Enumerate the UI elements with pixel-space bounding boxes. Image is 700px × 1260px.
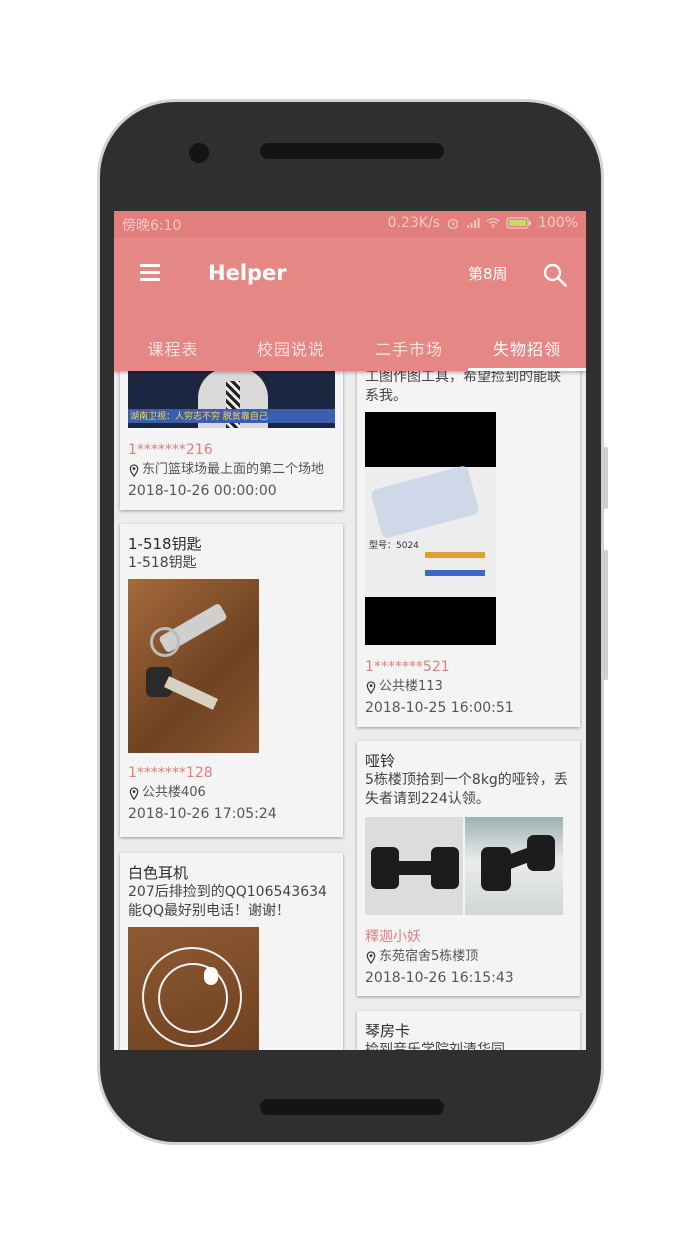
item-location: 东门篮球场最上面的第二个场地 [128,460,335,480]
location-pin-icon [129,786,139,800]
volume-button [602,447,608,509]
item-location: 公共楼406 [128,783,335,803]
network-speed: 0.23K/s [387,215,440,231]
location-text: 东苑宿舍5栋楼顶 [379,949,479,964]
tab-campus-talk[interactable]: 校园说说 [232,329,350,371]
location-text: 东门篮球场最上面的第二个场地 [142,462,325,477]
item-photo [365,817,463,915]
tab-bar: 课程表 校园说说 二手市场 失物招领 [114,329,586,371]
battery-icon [506,217,531,229]
poster-name: 1*******128 [128,765,213,781]
item-description: 1-518钥匙 [128,555,197,571]
location-pin-icon [129,463,139,477]
photo-caption: 湖南卫视：人穷志不穷 脱贫靠自己 [130,412,268,422]
search-icon[interactable] [542,262,568,288]
post-time: 2018-10-26 00:00:00 [128,483,277,499]
item-title: 1-518钥匙 [128,535,202,553]
item-title: 白色耳机 [128,864,189,882]
app-title: Helper [208,261,287,285]
post-time: 2018-10-26 16:15:43 [365,970,514,986]
item-title: 哑铃 [365,752,396,770]
status-time: 傍晚6:10 [122,218,182,234]
item-photo [465,817,563,915]
power-button [602,550,608,680]
item-location: 东苑宿舍5栋楼顶 [365,947,572,967]
tab-lost-and-found[interactable]: 失物招领 [468,329,586,371]
photo-grid [365,817,572,915]
lost-item-card[interactable]: 1-518钥匙 1-518钥匙 1*******128 公共楼406 2018-… [120,524,343,837]
location-pin-icon [366,950,376,964]
item-description: 捡到音乐学院刘清华同 [365,1042,505,1050]
battery-level: 100% [537,215,578,231]
item-title: 琴房卡 [365,1022,411,1040]
location-pin-icon [366,680,376,694]
post-time: 2018-10-26 17:05:24 [128,806,277,822]
item-description: 工图作图工具，希望捡到的能联系我。 [365,369,561,404]
lost-item-card[interactable]: 白色耳机 207后排捡到的QQ106543634能QQ最好别电话！谢谢！ [120,853,343,1050]
poster-name: 釋迦小妖 [365,929,421,945]
lost-item-card[interactable]: 哑铃 5栋楼顶拾到一个8kg的哑铃，丢失者请到224认领。 釋迦小妖 东苑宿舍5… [357,741,580,996]
item-location: 公共楼113 [365,677,572,697]
active-tab-indicator [468,368,586,371]
item-photo [128,579,259,753]
lost-item-card[interactable]: 工图作图工具，希望捡到的能联系我。 型号：5024 1*******521 公共… [357,323,580,727]
post-time: 2018-10-25 16:00:51 [365,700,514,716]
item-description: 207后排捡到的QQ106543634能QQ最好别电话！谢谢！ [128,884,327,919]
lost-item-card[interactable]: 琴房卡 捡到音乐学院刘清华同 [357,1011,580,1050]
item-photo [128,927,259,1050]
poster-name: 1*******216 [128,442,213,458]
poster-name: 1*******521 [365,659,450,675]
status-bar: 傍晚6:10 0.23K/s 100% [114,211,586,237]
app-screen: 湖南卫视：人穷志不穷 脱贫靠自己 1*******216 东门篮球场最上面的第二… [114,211,586,1050]
bottom-speaker [260,1099,444,1115]
item-photo: 型号：5024 [365,412,496,645]
location-text: 公共楼406 [142,785,206,800]
tab-second-hand[interactable]: 二手市场 [350,329,468,371]
status-icons: 0.23K/s 100% [388,215,578,231]
earpiece-speaker [260,143,444,159]
signal-icon [466,218,480,228]
alarm-icon [447,218,459,229]
item-description: 5栋楼顶拾到一个8kg的哑铃，丢失者请到224认领。 [365,772,568,807]
location-text: 公共楼113 [379,679,443,694]
wifi-icon [486,218,500,229]
front-camera [189,143,209,163]
app-bar: Helper 第8周 课程表 校园说说 二手市场 失物招领 [114,237,586,371]
photo-label: 型号：5024 [369,541,419,551]
week-indicator[interactable]: 第8周 [468,263,508,284]
menu-icon[interactable] [140,264,160,282]
tab-schedule[interactable]: 课程表 [114,329,232,371]
